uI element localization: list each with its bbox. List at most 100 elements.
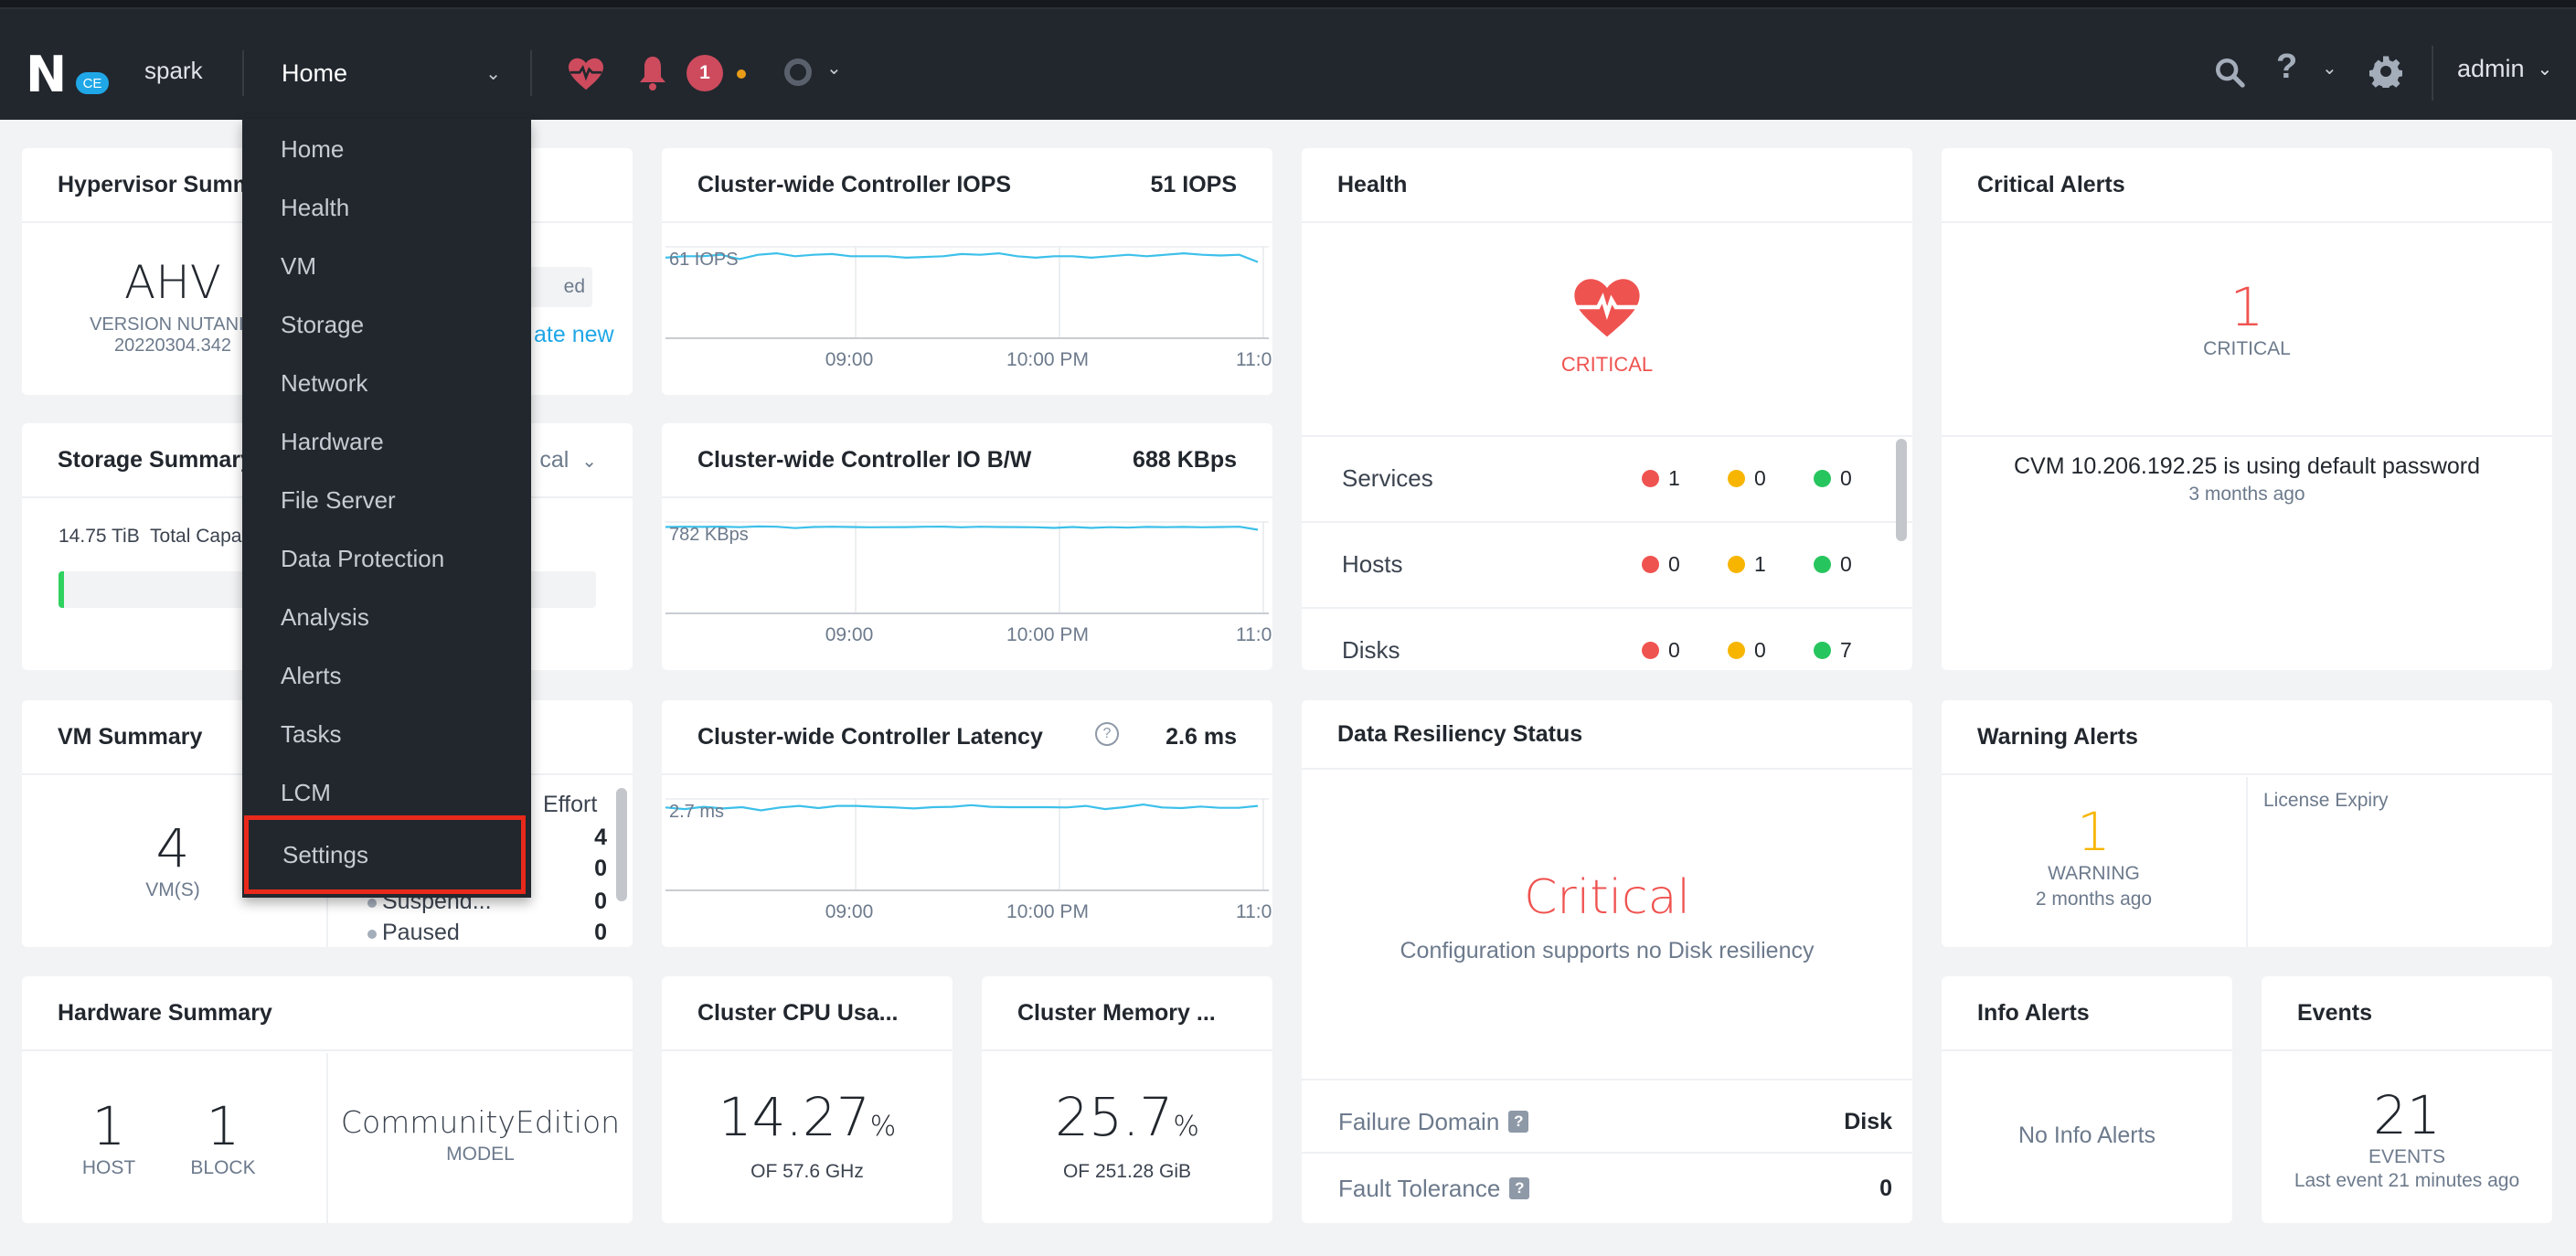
- critical-count: 1: [1642, 466, 1728, 491]
- card-title: Hardware Summary: [58, 999, 272, 1026]
- latency-line-chart: 2.7 ms 09:00 10:00 PM 11:00 PM: [665, 798, 1272, 922]
- menu-item-vm[interactable]: VM: [242, 237, 531, 295]
- user-menu[interactable]: admin ⌄: [2457, 55, 2552, 83]
- health-row-services[interactable]: Services 1 0 0: [1302, 435, 1912, 519]
- nutanix-logo[interactable]: N CE: [26, 50, 113, 100]
- card-title: Cluster-wide Controller IO B/W: [697, 446, 1032, 473]
- critical-count: 0: [1642, 552, 1728, 577]
- chevron-down-icon: ⌄: [2537, 59, 2553, 80]
- card-header: Cluster-wide Controller IOPS 51 IOPS: [662, 148, 1272, 223]
- upgrade-link[interactable]: ate new: [534, 322, 614, 348]
- card-header: Warning Alerts: [1942, 700, 2552, 775]
- cpu-capacity: OF 57.6 GHz: [750, 1161, 864, 1182]
- chevron-down-icon[interactable]: ⌄: [2322, 57, 2337, 80]
- good-count: 0: [1814, 552, 1900, 577]
- health-table-scrollbar[interactable]: [1896, 439, 1907, 541]
- card-title: Storage Summary: [58, 446, 253, 473]
- chevron-down-icon[interactable]: ⌄: [826, 57, 842, 80]
- help-icon[interactable]: ?: [1509, 1177, 1530, 1199]
- warning-count-value: 0: [1754, 637, 1766, 662]
- menu-item-network[interactable]: Network: [242, 354, 531, 412]
- menu-item-hardware[interactable]: Hardware: [242, 412, 531, 471]
- card-title: Data Resiliency Status: [1337, 720, 1583, 747]
- memory-usage-value: 25.7: [1055, 1086, 1174, 1148]
- critical-count-value: 0: [1668, 551, 1680, 576]
- block-label: BLOCK: [190, 1157, 256, 1178]
- health-row-hosts[interactable]: Hosts 0 1 0: [1302, 521, 1912, 605]
- help-circle-icon[interactable]: ?: [1095, 722, 1119, 746]
- health-row-disks[interactable]: Disks 0 0 7: [1302, 607, 1912, 670]
- vm-table-scrollbar[interactable]: [616, 788, 627, 901]
- health-counts: 0 1 0: [1642, 552, 1900, 577]
- memory-usage-block: 25.7% OF 251.28 GiB: [982, 1086, 1272, 1183]
- health-row-label: Disks: [1342, 635, 1400, 664]
- cluster-name[interactable]: spark: [144, 57, 203, 85]
- card-header: Hardware Summary: [22, 976, 633, 1051]
- card-title: Health: [1337, 171, 1408, 197]
- settings-gear-icon[interactable]: [2369, 55, 2402, 88]
- menu-item-file-server[interactable]: File Server: [242, 471, 531, 529]
- critical-label: CRITICAL: [2203, 338, 2291, 359]
- health-counts: 1 0 0: [1642, 466, 1900, 491]
- vm-state-count: 4: [594, 825, 607, 850]
- alert-count-badge[interactable]: 1: [687, 55, 723, 91]
- warning-alert-item[interactable]: License Expiry: [2263, 790, 2389, 812]
- critical-dot: [1642, 641, 1659, 659]
- x-tick-label: 11:00 PM: [1236, 349, 1272, 370]
- failure-domain-label: Failure Domain: [1338, 1107, 1500, 1135]
- hypervisor-version-build: 20220304.342: [114, 335, 231, 356]
- menu-item-health[interactable]: Health: [242, 178, 531, 237]
- menu-item-tasks[interactable]: Tasks: [242, 705, 531, 763]
- iops-line-chart: 61 IOPS 09:00 10:00 PM 11:00 PM: [665, 246, 1272, 370]
- help-icon[interactable]: ?: [1508, 1111, 1529, 1133]
- health-heart-icon[interactable]: [567, 57, 605, 91]
- hardware-summary-card: Hardware Summary 1 HOST 1 BLOCK Communit…: [22, 976, 633, 1223]
- model-name: CommunityEdition: [340, 1104, 621, 1140]
- view-selector[interactable]: Home ⌄: [265, 49, 501, 97]
- warning-count-block[interactable]: 1 WARNING 2 months ago: [1942, 801, 2246, 910]
- menu-item-alerts[interactable]: Alerts: [242, 646, 531, 705]
- critical-count-value: 0: [1668, 637, 1680, 662]
- good-dot: [1814, 469, 1831, 487]
- help-icon[interactable]: ?: [2276, 48, 2297, 87]
- storage-view-select[interactable]: cal ⌄: [539, 447, 597, 474]
- cpu-usage-card: Cluster CPU Usa... 14.27% OF 57.6 GHz: [662, 976, 953, 1223]
- latency-chart-card: Cluster-wide Controller Latency ? 2.6 ms…: [662, 700, 1272, 947]
- card-header: Cluster Memory ...: [982, 976, 1272, 1051]
- window-top-edge: [0, 0, 2576, 9]
- tasks-circle-icon[interactable]: [782, 57, 814, 88]
- menu-item-lcm[interactable]: LCM: [242, 763, 531, 822]
- view-dropdown-menu: Home Health VM Storage Network Hardware File S…: [242, 119, 531, 898]
- chart-peak-label: 61 IOPS: [669, 250, 739, 270]
- warning-count: 0: [1728, 638, 1814, 663]
- menu-item-settings[interactable]: Settings: [244, 815, 526, 894]
- critical-alert-item[interactable]: CVM 10.206.192.25 is using default passw…: [1942, 453, 2552, 506]
- health-heart-icon: [1574, 279, 1640, 337]
- card-header: Critical Alerts: [1942, 148, 2552, 223]
- search-icon[interactable]: [2214, 57, 2245, 88]
- fault-tolerance-label: Fault Tolerance: [1338, 1174, 1501, 1202]
- warning-label: WARNING: [2048, 863, 2140, 884]
- block-count: 1: [206, 1095, 240, 1157]
- menu-item-data-protection[interactable]: Data Protection: [242, 529, 531, 588]
- nav-divider: [530, 50, 532, 96]
- vm-state-count: 0: [594, 920, 607, 945]
- good-count: 7: [1814, 638, 1900, 663]
- menu-item-home[interactable]: Home: [242, 120, 531, 178]
- card-title: Cluster-wide Controller Latency: [697, 723, 1043, 750]
- chart-series-line: [665, 251, 1259, 263]
- iops-chart-card: Cluster-wide Controller IOPS 51 IOPS 61 …: [662, 148, 1272, 395]
- x-tick-label: 11:00 PM: [1236, 624, 1272, 645]
- card-title: Info Alerts: [1977, 999, 2090, 1026]
- events-card: Events 21 EVENTS Last event 21 minutes a…: [2262, 976, 2552, 1223]
- storage-usage-fill: [59, 571, 64, 608]
- warning-count: 1: [1728, 552, 1814, 577]
- alerts-bell-icon[interactable]: [638, 55, 667, 91]
- x-tick-label: 10:00 PM: [1006, 901, 1089, 922]
- nav-divider: [242, 50, 244, 96]
- events-count: 21: [2373, 1084, 2441, 1146]
- menu-item-analysis[interactable]: Analysis: [242, 588, 531, 646]
- critical-count-block[interactable]: 1 CRITICAL: [1942, 276, 2552, 360]
- menu-item-storage[interactable]: Storage: [242, 295, 531, 354]
- events-count-block[interactable]: 21 EVENTS Last event 21 minutes ago: [2262, 1084, 2552, 1192]
